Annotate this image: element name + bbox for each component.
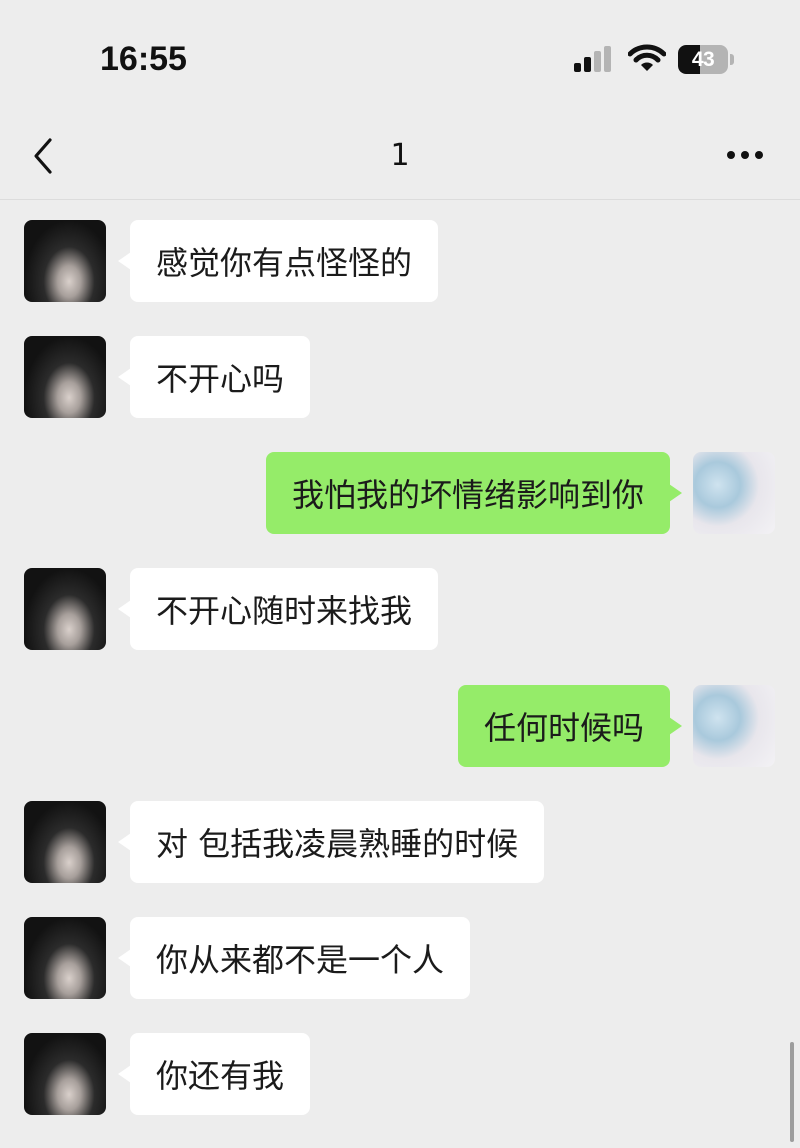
outgoing-message-bubble[interactable]: 我怕我的坏情绪影响到你 — [265, 452, 683, 534]
battery-level: 43 — [691, 47, 715, 71]
incoming-message-bubble[interactable]: 对 包括我凌晨熟睡的时候 — [117, 801, 545, 883]
incoming-message-bubble[interactable]: 不开心吗 — [117, 336, 311, 418]
battery-icon: 43 — [678, 45, 728, 74]
incoming-message-bubble[interactable]: 你从来都不是一个人 — [117, 917, 471, 999]
chat-title: 1 — [390, 138, 410, 173]
contact-avatar[interactable] — [24, 220, 106, 302]
contact-avatar[interactable] — [24, 336, 106, 418]
wifi-icon — [628, 44, 666, 71]
scrollbar-thumb[interactable] — [790, 1042, 794, 1142]
incoming-message-bubble[interactable]: 不开心随时来找我 — [117, 568, 439, 650]
chat-header: 1 — [0, 110, 800, 200]
contact-avatar[interactable] — [24, 1033, 106, 1115]
battery-nub — [730, 54, 734, 65]
cellular-signal-icon — [574, 46, 611, 72]
status-bar: 16:55 43 — [0, 0, 800, 110]
more-dots-icon[interactable] — [726, 150, 764, 160]
status-time: 16:55 — [100, 40, 187, 78]
self-avatar[interactable] — [693, 452, 775, 534]
contact-avatar[interactable] — [24, 801, 106, 883]
contact-avatar[interactable] — [24, 917, 106, 999]
incoming-message-bubble[interactable]: 感觉你有点怪怪的 — [117, 220, 439, 302]
incoming-message-bubble[interactable]: 你还有我 — [117, 1033, 311, 1115]
self-avatar[interactable] — [693, 685, 775, 767]
contact-avatar[interactable] — [24, 568, 106, 650]
outgoing-message-bubble[interactable]: 任何时候吗 — [457, 685, 683, 767]
